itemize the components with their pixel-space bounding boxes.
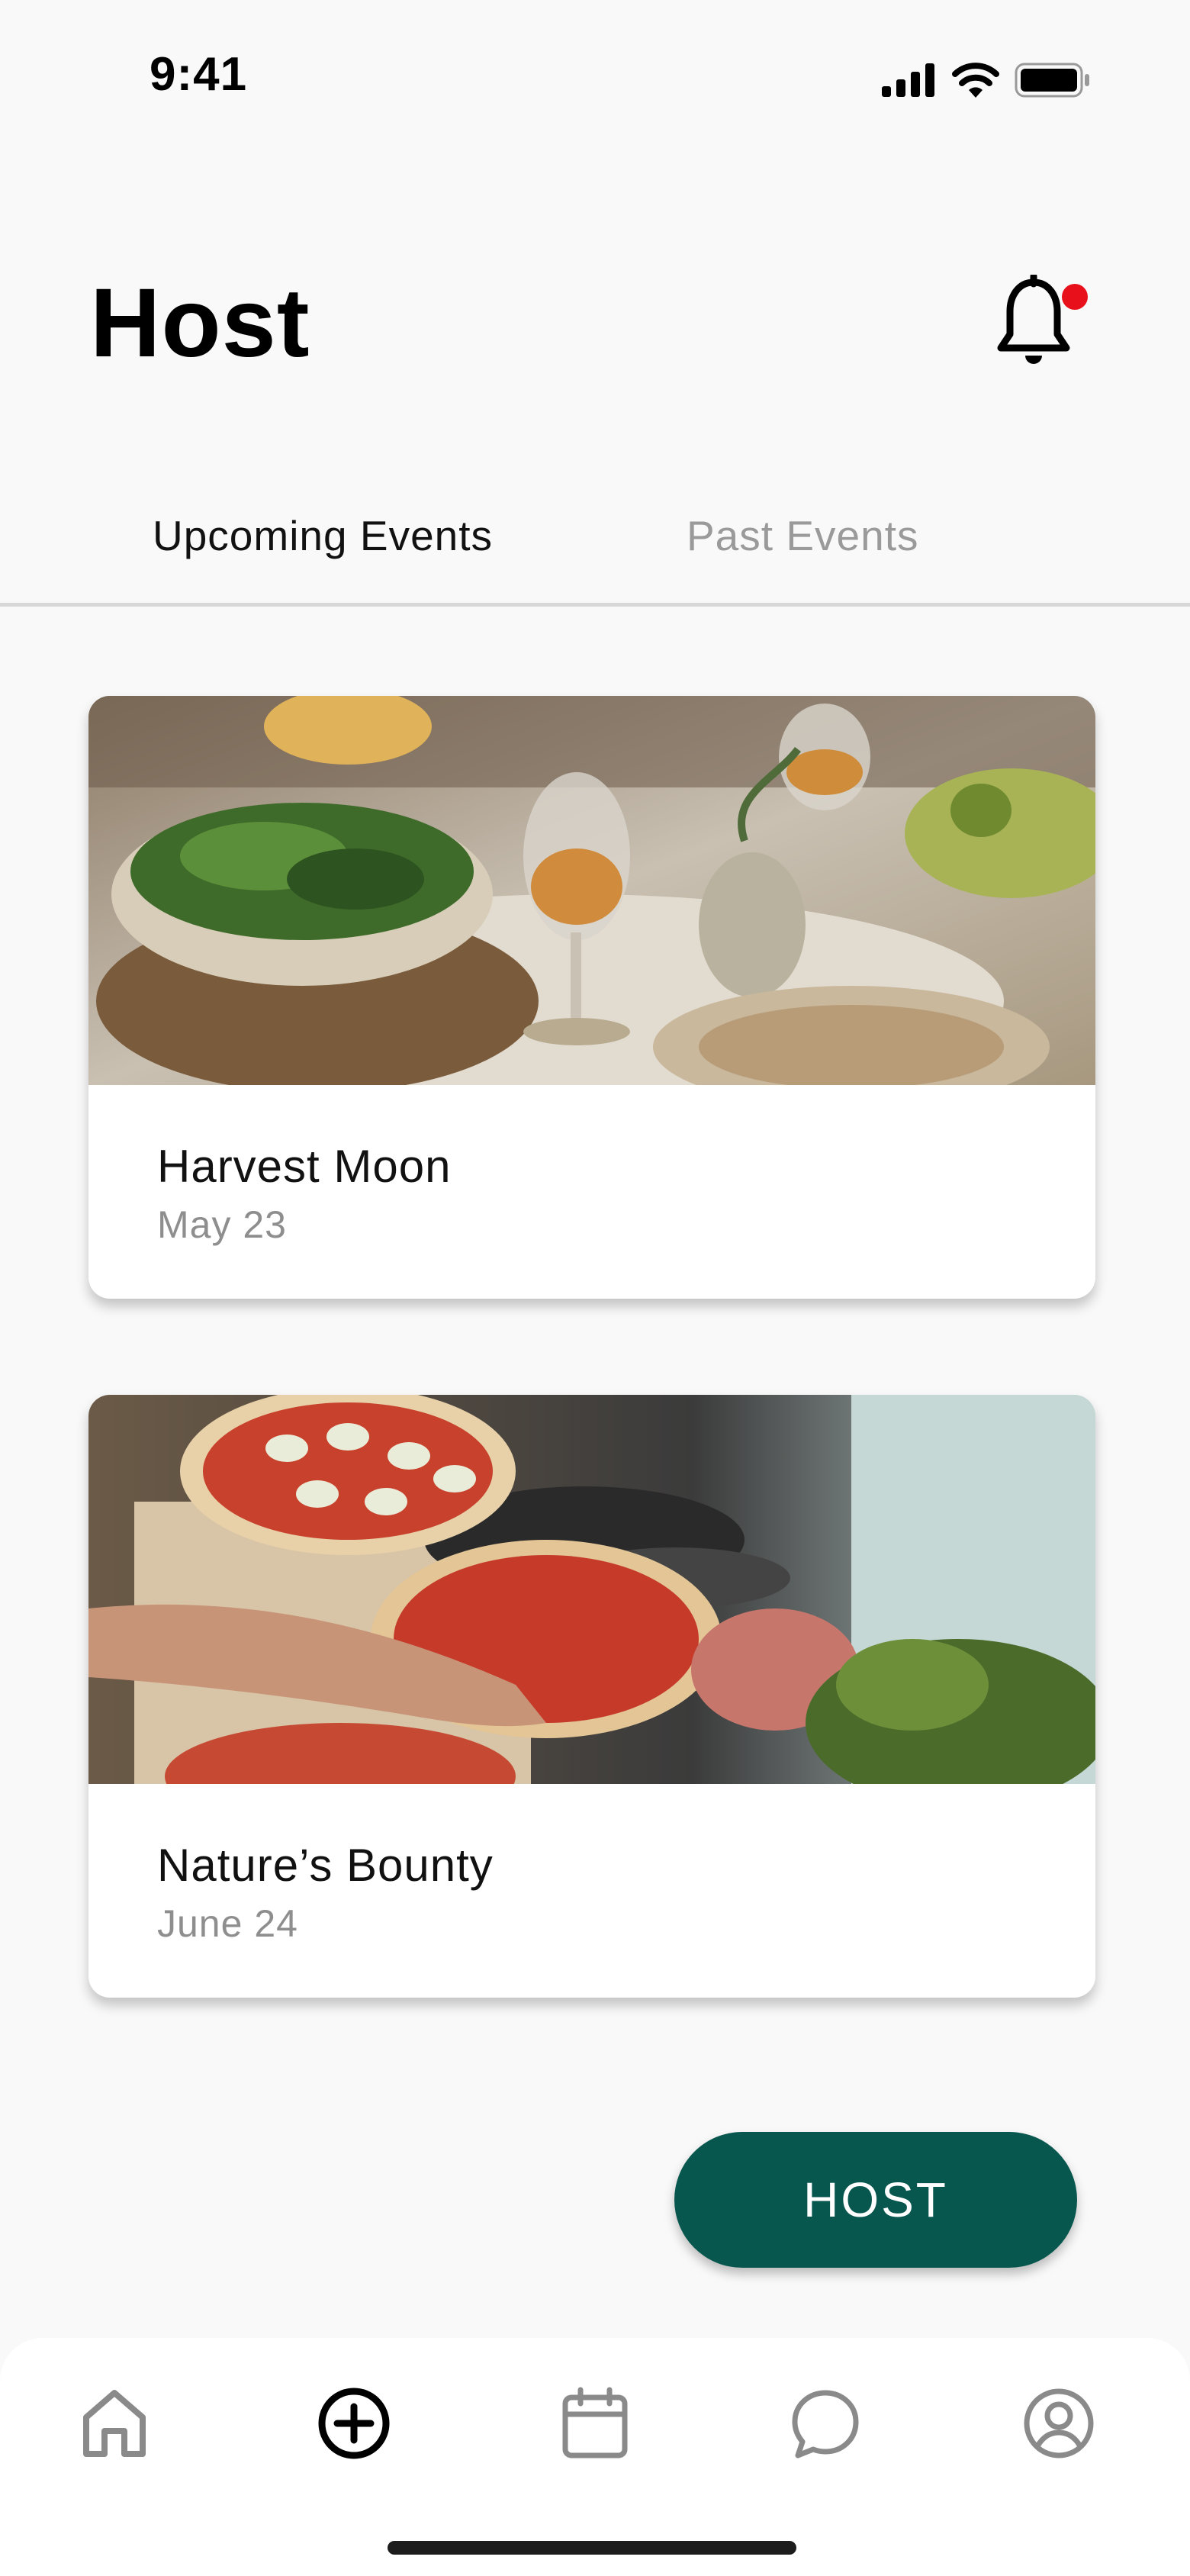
home-icon: [83, 2390, 146, 2457]
event-date: June 24: [157, 1902, 298, 1945]
event-image-table-setting: [88, 696, 1095, 1085]
status-bar: 9:41: [0, 0, 1190, 153]
tab-upcoming-events[interactable]: Upcoming Events: [153, 511, 493, 560]
status-time: 9:41: [150, 48, 248, 101]
host-button[interactable]: HOST: [674, 2132, 1077, 2268]
nav-messages[interactable]: [780, 2378, 871, 2469]
event-image-pizza: [88, 1395, 1095, 1784]
notification-badge: [1062, 284, 1088, 310]
home-indicator[interactable]: [388, 2541, 796, 2555]
profile-icon: [1024, 2388, 1094, 2458]
event-card-harvest-moon[interactable]: Harvest Moon May 23: [88, 696, 1095, 1299]
wifi-icon: [952, 63, 999, 98]
event-tabs: Upcoming Events Past Events: [0, 488, 1190, 607]
cellular-signal-icon: [882, 63, 934, 97]
event-card-natures-bounty[interactable]: Nature’s Bounty June 24: [88, 1395, 1095, 1998]
battery-icon: [1015, 63, 1089, 98]
chat-bubble-icon: [792, 2390, 859, 2458]
nav-host[interactable]: [308, 2378, 400, 2469]
page-title: Host: [90, 269, 310, 378]
nav-home[interactable]: [69, 2378, 160, 2469]
calendar-icon: [562, 2387, 628, 2458]
status-icons: [882, 61, 1091, 99]
event-title: Harvest Moon: [157, 1141, 452, 1192]
event-title: Nature’s Bounty: [157, 1840, 494, 1891]
add-circle-icon: [318, 2388, 390, 2459]
tab-past-events[interactable]: Past Events: [687, 511, 918, 560]
notifications-button[interactable]: [992, 275, 1091, 374]
nav-profile[interactable]: [1013, 2378, 1105, 2469]
event-date: May 23: [157, 1203, 287, 1246]
nav-calendar[interactable]: [549, 2378, 641, 2469]
